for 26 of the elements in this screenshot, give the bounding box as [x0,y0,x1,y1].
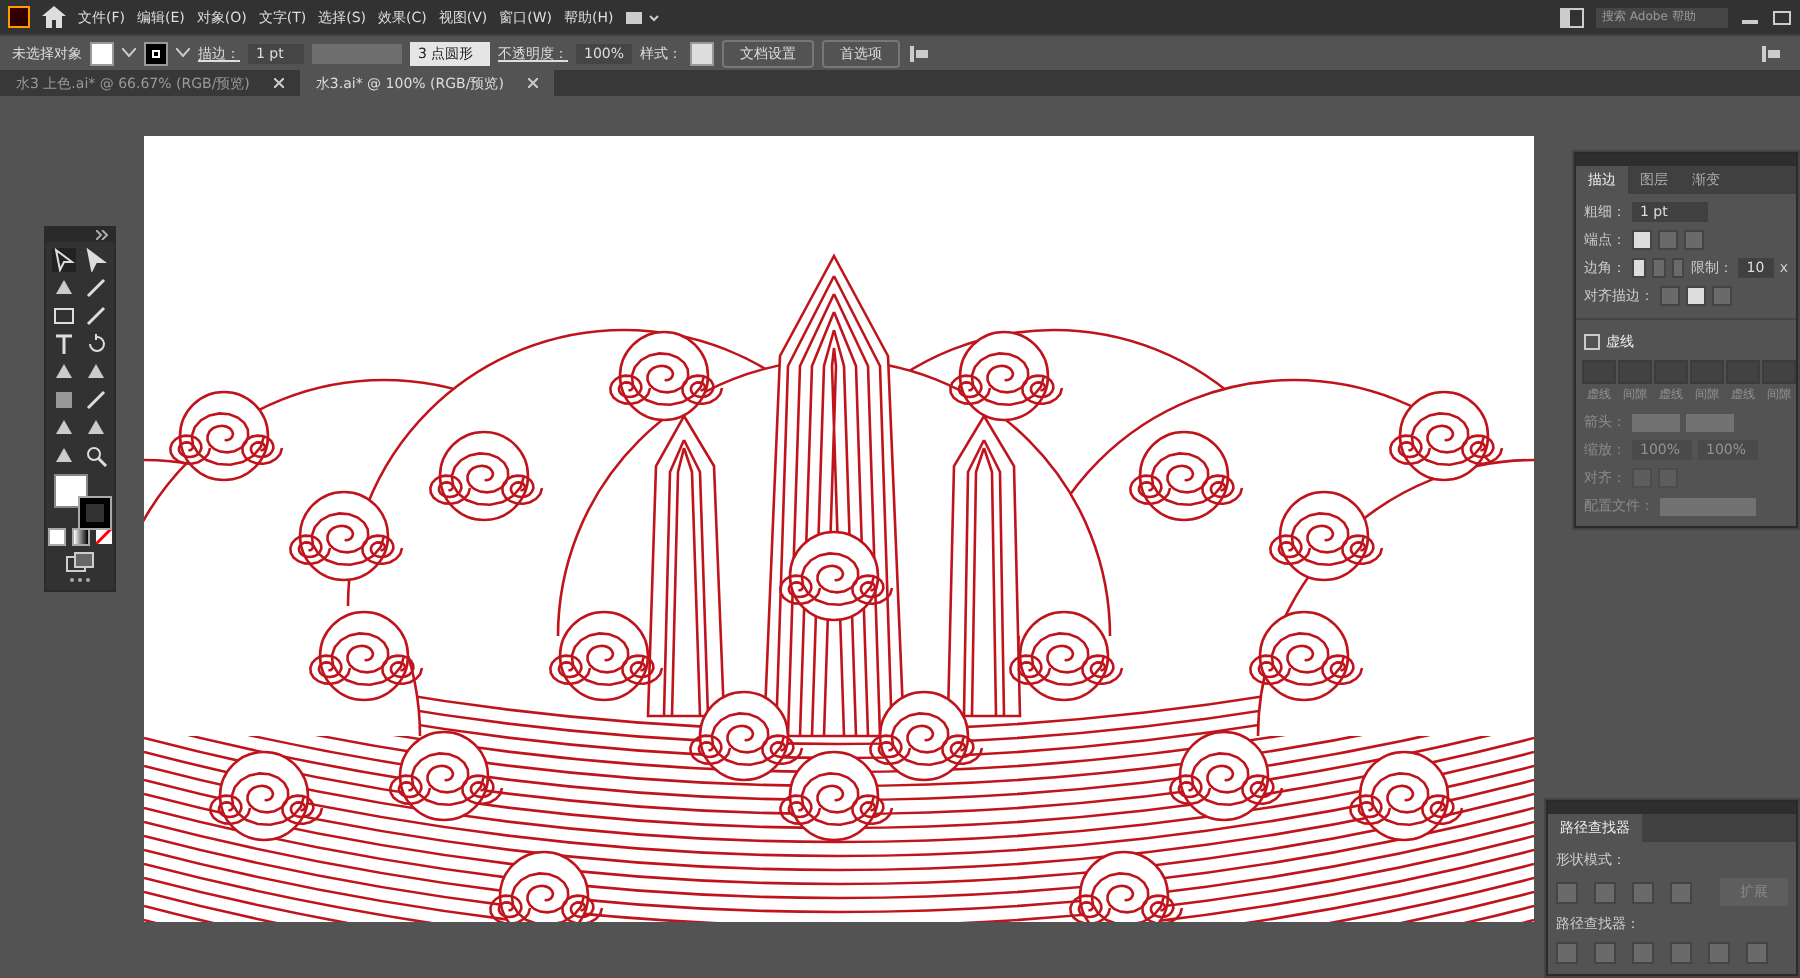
line-tool-icon[interactable] [84,304,108,328]
maximize-icon[interactable] [1772,9,1792,25]
rect-tool-icon[interactable] [52,304,76,328]
collapse-icon[interactable] [96,230,108,240]
dropdown-caret-icon[interactable] [122,48,136,58]
type-tool-icon[interactable] [52,332,76,356]
color-mode-icon[interactable] [48,528,66,546]
select-tool-icon[interactable] [52,248,76,272]
fill-color-swatch[interactable] [54,474,88,508]
dropdown-caret-icon[interactable] [176,48,190,58]
direct-tool-icon[interactable] [84,248,108,272]
screen-mode-icon[interactable] [66,552,94,572]
rotate-tool-icon[interactable] [84,332,108,356]
stroke-swatch[interactable] [144,41,168,65]
gradient-mode-icon[interactable] [72,528,90,546]
workspace-switcher-icon[interactable] [625,9,662,25]
home-icon[interactable] [42,6,66,28]
stroke-color-swatch[interactable] [80,498,110,528]
variable-width-field[interactable] [312,43,402,63]
app-logo-icon[interactable] [8,6,30,28]
close-icon[interactable] [527,78,538,88]
style-swatch[interactable] [690,41,715,65]
panel-layout-icon[interactable] [1560,7,1584,27]
fill-swatch[interactable] [90,41,114,65]
zoom-tool-icon[interactable] [84,444,108,468]
close-icon[interactable] [273,78,284,88]
